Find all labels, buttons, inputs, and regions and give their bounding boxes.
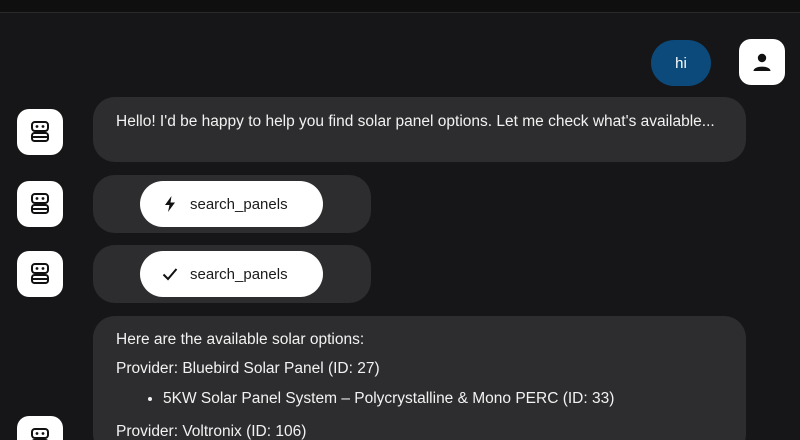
robot-icon xyxy=(29,262,51,286)
assistant-message-bubble: Hello! I'd be happy to help you find sol… xyxy=(93,97,746,162)
tool-call-name: search_panels xyxy=(190,195,288,213)
assistant-avatar xyxy=(17,251,63,297)
assistant-avatar xyxy=(17,109,63,155)
results-message-bubble: Here are the available solar options: Pr… xyxy=(93,316,746,440)
check-icon xyxy=(162,266,178,282)
assistant-avatar xyxy=(17,416,63,440)
user-message-bubble: hi xyxy=(651,40,711,86)
tool-call-chip-done[interactable]: search_panels xyxy=(140,251,323,297)
lightning-icon xyxy=(162,196,178,212)
top-bar xyxy=(0,0,800,13)
user-message-text: hi xyxy=(675,54,687,72)
user-avatar xyxy=(739,39,785,85)
provider-product-list: 5KW Solar Panel System – Polycrystalline… xyxy=(116,389,723,409)
results-heading: Here are the available solar options: xyxy=(116,331,365,348)
provider-label: Provider: Voltronix (ID: 106) xyxy=(116,423,307,440)
provider-label: Provider: Bluebird Solar Panel (ID: 27) xyxy=(116,360,380,377)
chat-thread[interactable]: hi Hello! I'd be happy to help you find … xyxy=(0,13,800,440)
tool-call-chip-running[interactable]: search_panels xyxy=(140,181,323,227)
tool-call-name: search_panels xyxy=(190,265,288,283)
assistant-avatar xyxy=(17,181,63,227)
tool-call-bubble: search_panels xyxy=(93,245,371,303)
product-item: 5KW Solar Panel System – Polycrystalline… xyxy=(163,389,723,409)
robot-icon xyxy=(29,120,51,144)
tool-call-bubble: search_panels xyxy=(93,175,371,233)
assistant-message-text: Hello! I'd be happy to help you find sol… xyxy=(116,113,715,130)
robot-icon xyxy=(29,427,51,440)
robot-icon xyxy=(29,192,51,216)
person-icon xyxy=(750,50,774,74)
